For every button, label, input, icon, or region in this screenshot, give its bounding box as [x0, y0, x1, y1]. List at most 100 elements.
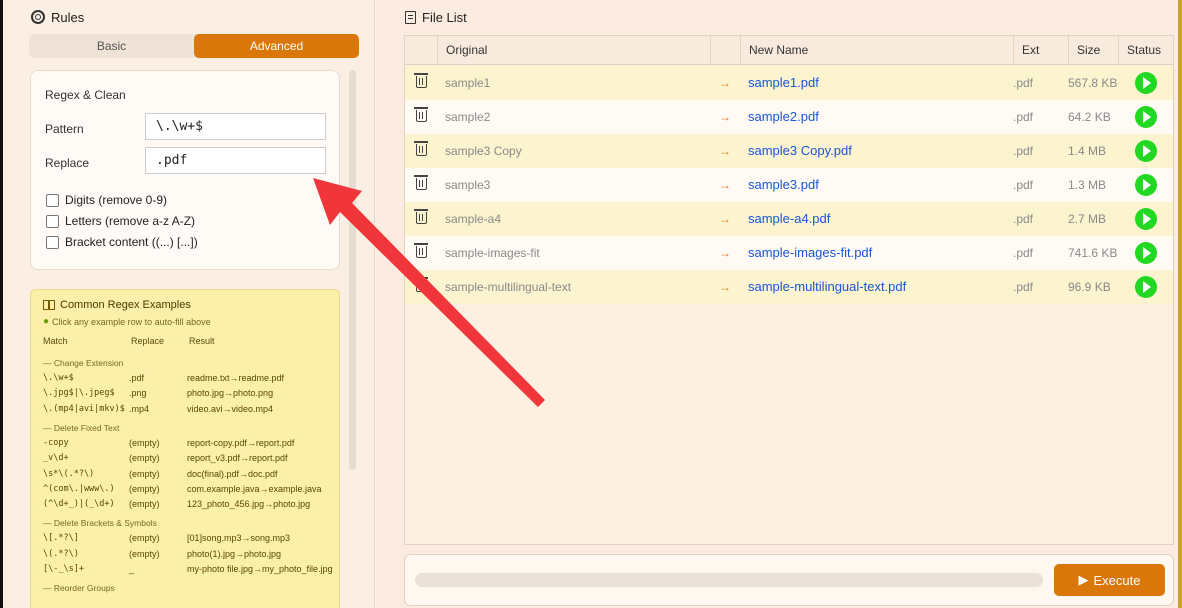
- example-replace: .mp4: [129, 403, 150, 414]
- example-match: -copy: [43, 437, 69, 448]
- file-row[interactable]: sample2 → sample2.pdf .pdf 64.2 KB: [405, 100, 1173, 134]
- example-result: readme.txt→readme.pdf: [187, 373, 285, 383]
- delete-trash-icon[interactable]: [414, 73, 428, 88]
- delete-trash-icon[interactable]: [414, 209, 428, 224]
- rename-arrow: →: [719, 212, 731, 226]
- bracket-option[interactable]: Bracket content ((...) [...]): [46, 235, 198, 249]
- file-size: 741.6 KB: [1068, 246, 1118, 260]
- status-play-icon[interactable]: [1135, 208, 1157, 230]
- lightbulb-icon: ●: [43, 316, 50, 327]
- rules-scrollbar[interactable]: [349, 70, 356, 470]
- example-match: (^\d+_)|(_\d+): [43, 499, 115, 510]
- example-replace: _: [129, 564, 135, 574]
- rules-title: Rules: [51, 9, 85, 25]
- rules-header: Rules: [31, 7, 84, 27]
- example-result: com.example.java→example.java: [187, 483, 322, 494]
- replace-input[interactable]: .pdf: [145, 147, 326, 174]
- examples-group-title: — Delete Fixed Text: [43, 422, 120, 433]
- new-name: sample-multilingual-text.pdf: [748, 279, 907, 294]
- mode-advanced-button[interactable]: Advanced: [194, 34, 359, 58]
- example-replace: (empty): [129, 453, 160, 464]
- examples-group-title: — Reorder Groups: [43, 583, 115, 594]
- delete-trash-icon[interactable]: [414, 141, 428, 156]
- gear-icon: [31, 10, 45, 24]
- examples-header-result: Result: [189, 336, 215, 346]
- file-table-header: Original New Name Ext Size Status: [405, 36, 1173, 65]
- bracket-checkbox[interactable]: [46, 235, 59, 249]
- execute-label: Execute: [1093, 572, 1141, 588]
- file-list-header: File List: [405, 7, 467, 27]
- delete-trash-icon[interactable]: [414, 277, 428, 292]
- status-play-icon[interactable]: [1135, 174, 1157, 196]
- execute-button[interactable]: ▶ Execute: [1054, 564, 1165, 596]
- status-play-icon[interactable]: [1135, 72, 1157, 94]
- original-name: sample-a4: [445, 212, 502, 226]
- status-play-icon[interactable]: [1135, 242, 1157, 264]
- examples-group-title: — Delete Brackets & Symbols: [43, 518, 157, 529]
- digits-option[interactable]: Digits (remove 0-9): [46, 193, 167, 207]
- file-row[interactable]: sample-a4 → sample-a4.pdf .pdf 2.7 MB: [405, 202, 1173, 236]
- example-result: doc(final).pdf→doc.pdf: [187, 468, 278, 479]
- rules-panel: Rules Basic Advanced Regex & Clean Patte…: [3, 0, 375, 608]
- status-play-icon[interactable]: [1135, 140, 1157, 162]
- file-row[interactable]: sample1 → sample1.pdf .pdf 567.8 KB: [405, 66, 1173, 100]
- status-play-icon[interactable]: [1135, 276, 1157, 298]
- col-arrow-header: [710, 36, 740, 65]
- example-match: _v\d+: [43, 453, 69, 464]
- example-match: ^(com\.|www\.): [43, 483, 115, 494]
- original-name: sample3: [445, 178, 491, 192]
- example-match: \s*\(.*?\): [43, 468, 95, 479]
- col-delete-header: [405, 36, 437, 65]
- regex-clean-card: Regex & Clean Pattern \.\w+$ Replace .pd…: [30, 70, 340, 270]
- example-replace: (empty): [129, 548, 160, 559]
- example-result: photo(1).jpg→photo.jpg: [187, 548, 282, 559]
- example-result: report-copy.pdf→report.pdf: [187, 437, 295, 448]
- new-name: sample2.pdf: [748, 109, 819, 124]
- example-match: \.jpg$|\.jpeg$: [43, 388, 115, 399]
- original-name: sample2: [445, 110, 491, 124]
- file-row[interactable]: sample-images-fit → sample-images-fit.pdf.…: [405, 236, 1173, 270]
- delete-trash-icon[interactable]: [414, 243, 428, 258]
- replace-label: Replace: [45, 156, 90, 170]
- mode-toggle: Basic Advanced: [29, 34, 359, 58]
- pattern-input[interactable]: \.\w+$: [145, 113, 326, 140]
- delete-trash-icon[interactable]: [414, 175, 428, 190]
- letters-checkbox[interactable]: [46, 214, 59, 228]
- letters-option[interactable]: Letters (remove a-z A-Z): [46, 214, 195, 228]
- example-match: \.(mp4|avi|mkv)$: [43, 403, 125, 414]
- new-name: sample3 Copy.pdf: [748, 143, 852, 158]
- file-row[interactable]: sample3 → sample3.pdf .pdf 1.3 MB: [405, 168, 1173, 202]
- file-row[interactable]: sample-multilingual-text → sample-multilin…: [405, 270, 1173, 304]
- examples-hint: ● Click any example row to auto-fill abo…: [43, 316, 211, 327]
- file-size: 2.7 MB: [1068, 212, 1107, 226]
- example-result: report_v3.pdf→report.pdf: [187, 453, 288, 464]
- digits-label: Digits (remove 0-9): [65, 193, 168, 207]
- example-match: \(.*?\): [43, 548, 79, 559]
- examples-header-replace: Replace: [131, 336, 165, 346]
- example-match: \[.*?\]: [43, 533, 79, 544]
- examples-group-title: — Change Extension: [43, 358, 124, 368]
- file-row[interactable]: sample3 Copy → sample3 Copy.pdf .pdf 1.4 MB: [405, 134, 1173, 168]
- file-ext: .pdf: [1013, 110, 1034, 124]
- pattern-label: Pattern: [45, 122, 84, 136]
- examples-title: Common Regex Examples: [43, 299, 191, 311]
- letters-label: Letters (remove a-z A-Z): [65, 214, 196, 228]
- example-replace: (empty): [129, 533, 160, 544]
- rename-arrow: →: [719, 178, 731, 192]
- file-list-panel: File List Original New Name Ext Size Sta…: [376, 0, 1178, 608]
- example-replace: .pdf: [129, 373, 145, 383]
- file-ext: .pdf: [1013, 280, 1034, 294]
- bracket-label: Bracket content ((...) [...]): [65, 235, 198, 249]
- original-name: sample1: [445, 76, 491, 90]
- file-ext: .pdf: [1013, 246, 1034, 260]
- delete-trash-icon[interactable]: [414, 107, 428, 122]
- mode-basic-button[interactable]: Basic: [29, 34, 194, 58]
- original-name: sample3 Copy: [445, 144, 522, 158]
- digits-checkbox[interactable]: [46, 193, 59, 207]
- rename-arrow: →: [719, 110, 731, 124]
- example-result: [01]song.mp3→song.mp3: [187, 533, 291, 544]
- rename-arrow: →: [719, 280, 731, 294]
- file-size: 64.2 KB: [1068, 110, 1111, 124]
- status-play-icon[interactable]: [1135, 106, 1157, 128]
- example-replace: (empty): [129, 499, 160, 510]
